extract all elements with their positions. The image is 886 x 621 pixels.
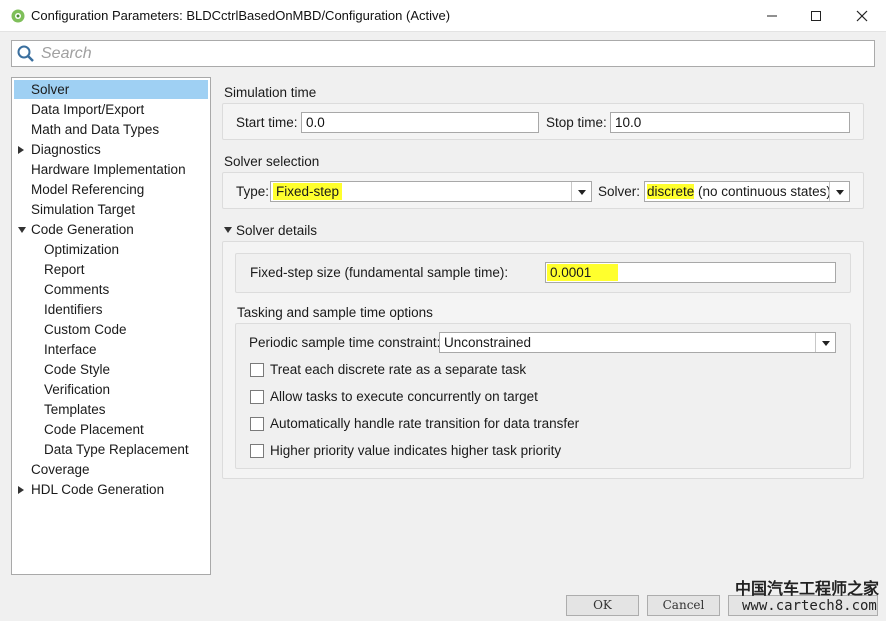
nav-item[interactable]: HDL Code Generation xyxy=(14,480,208,499)
nav-item-label: Verification xyxy=(44,382,111,397)
search-icon xyxy=(17,45,34,62)
solver-label: Solver: xyxy=(598,184,641,199)
nav-item-label: Code Generation xyxy=(31,222,134,237)
solver-value-main: discrete xyxy=(647,184,695,199)
start-time-input[interactable] xyxy=(301,112,539,133)
nav-item-label: Data Import/Export xyxy=(31,102,145,117)
checkbox-priority[interactable] xyxy=(250,444,264,458)
solver-selection-title: Solver selection xyxy=(224,154,320,169)
nav-item-label: Math and Data Types xyxy=(31,122,160,137)
search-input[interactable] xyxy=(39,43,859,64)
checkbox-separate-task[interactable] xyxy=(250,363,264,377)
checkbox-rate-transition[interactable] xyxy=(250,417,264,431)
solver-value: discrete (no continuous states) xyxy=(647,183,831,200)
constraint-dropdown[interactable]: Unconstrained xyxy=(439,332,836,353)
triangle-right-icon[interactable] xyxy=(18,146,24,154)
nav-item-label: Simulation Target xyxy=(31,202,136,217)
nav-item[interactable]: Identifiers xyxy=(14,300,208,319)
type-value: Fixed-step xyxy=(273,183,343,200)
nav-item[interactable]: Simulation Target xyxy=(14,200,208,219)
nav-item[interactable]: Code Placement xyxy=(14,420,208,439)
search-box[interactable] xyxy=(11,40,875,67)
nav-item[interactable]: Math and Data Types xyxy=(14,120,208,139)
nav-item-label: Custom Code xyxy=(44,322,127,337)
nav-item-label: Solver xyxy=(31,82,70,97)
maximize-icon[interactable] xyxy=(806,6,826,26)
nav-item[interactable]: Model Referencing xyxy=(14,180,208,199)
nav-item[interactable]: Interface xyxy=(14,340,208,359)
nav-item-label: Optimization xyxy=(44,242,120,257)
nav-item-label: Coverage xyxy=(31,462,90,477)
nav-item[interactable]: Code Generation xyxy=(14,220,208,239)
triangle-right-icon[interactable] xyxy=(18,486,24,494)
fixed-step-label: Fixed-step size (fundamental sample time… xyxy=(250,265,509,280)
window-title: Configuration Parameters: BLDCctrlBasedO… xyxy=(31,8,451,23)
fixed-step-input[interactable]: 0.0001 xyxy=(545,262,836,283)
fixed-step-value: 0.0001 xyxy=(547,264,618,281)
checkbox-rate-transition-label: Automatically handle rate transition for… xyxy=(270,416,580,431)
constraint-label: Periodic sample time constraint: xyxy=(249,335,441,350)
matlab-gear-icon xyxy=(11,9,25,23)
nav-tree: Solver Data Import/Export Math and Data Ty… xyxy=(11,77,211,575)
constraint-value: Unconstrained xyxy=(444,335,532,350)
nav-item[interactable]: Data Type Replacement xyxy=(14,440,208,459)
solver-dropdown[interactable]: discrete (no continuous states) xyxy=(644,181,850,202)
nav-item[interactable]: Data Import/Export xyxy=(14,100,208,119)
nav-item-label: Code Style xyxy=(44,362,111,377)
solver-details-expander-icon[interactable] xyxy=(224,227,232,233)
checkbox-priority-label: Higher priority value indicates higher t… xyxy=(270,443,562,458)
checkbox-concurrent[interactable] xyxy=(250,390,264,404)
chevron-down-icon xyxy=(578,190,586,195)
solver-details-title: Solver details xyxy=(236,223,318,238)
nav-item[interactable]: Custom Code xyxy=(14,320,208,339)
ok-button[interactable]: OK xyxy=(566,595,639,616)
nav-item-label: Identifiers xyxy=(44,302,103,317)
chevron-down-icon xyxy=(836,190,844,195)
watermark-brand: 中国汽车工程师之家 xyxy=(735,579,880,598)
nav-item[interactable]: Verification xyxy=(14,380,208,399)
title-bar: Configuration Parameters: BLDCctrlBasedO… xyxy=(0,0,886,32)
nav-item[interactable]: Diagnostics xyxy=(14,140,208,159)
nav-item-label: Data Type Replacement xyxy=(44,442,189,457)
nav-item[interactable]: Optimization xyxy=(14,240,208,259)
nav-item[interactable]: Code Style xyxy=(14,360,208,379)
nav-item-label: Comments xyxy=(44,282,110,297)
nav-item-label: Code Placement xyxy=(44,422,144,437)
constraint-dropdown-button[interactable] xyxy=(815,333,835,352)
nav-item[interactable]: Solver xyxy=(14,80,208,99)
nav-item-label: Interface xyxy=(44,342,97,357)
nav-item-label: Report xyxy=(44,262,85,277)
type-label: Type: xyxy=(236,184,270,199)
nav-item-label: Model Referencing xyxy=(31,182,145,197)
checkbox-concurrent-label: Allow tasks to execute concurrently on t… xyxy=(270,389,538,404)
triangle-down-icon[interactable] xyxy=(18,227,26,233)
nav-item[interactable]: Comments xyxy=(14,280,208,299)
solver-value-rest: (no continuous states) xyxy=(694,184,831,199)
type-dropdown[interactable]: Fixed-step xyxy=(270,181,592,202)
nav-item-label: Hardware Implementation xyxy=(31,162,186,177)
chevron-down-icon xyxy=(822,341,830,346)
checkbox-separate-task-label: Treat each discrete rate as a separate t… xyxy=(270,362,527,377)
tasking-title: Tasking and sample time options xyxy=(237,305,433,320)
minimize-icon[interactable] xyxy=(762,6,782,26)
solver-dropdown-button[interactable] xyxy=(829,182,849,201)
nav-item-label: Diagnostics xyxy=(31,142,101,157)
nav-item-label: Templates xyxy=(44,402,106,417)
cancel-button[interactable]: Cancel xyxy=(647,595,720,616)
close-icon[interactable] xyxy=(852,6,872,26)
nav-item[interactable]: Report xyxy=(14,260,208,279)
type-dropdown-button[interactable] xyxy=(571,182,591,201)
watermark-url: www.cartech8.com xyxy=(742,598,877,614)
nav-item[interactable]: Hardware Implementation xyxy=(14,160,208,179)
nav-item-label: HDL Code Generation xyxy=(31,482,165,497)
nav-item[interactable]: Templates xyxy=(14,400,208,419)
simulation-time-title: Simulation time xyxy=(224,85,317,100)
stop-time-input[interactable] xyxy=(610,112,850,133)
stop-time-label: Stop time: xyxy=(546,115,607,130)
nav-item[interactable]: Coverage xyxy=(14,460,208,479)
start-time-label: Start time: xyxy=(236,115,298,130)
